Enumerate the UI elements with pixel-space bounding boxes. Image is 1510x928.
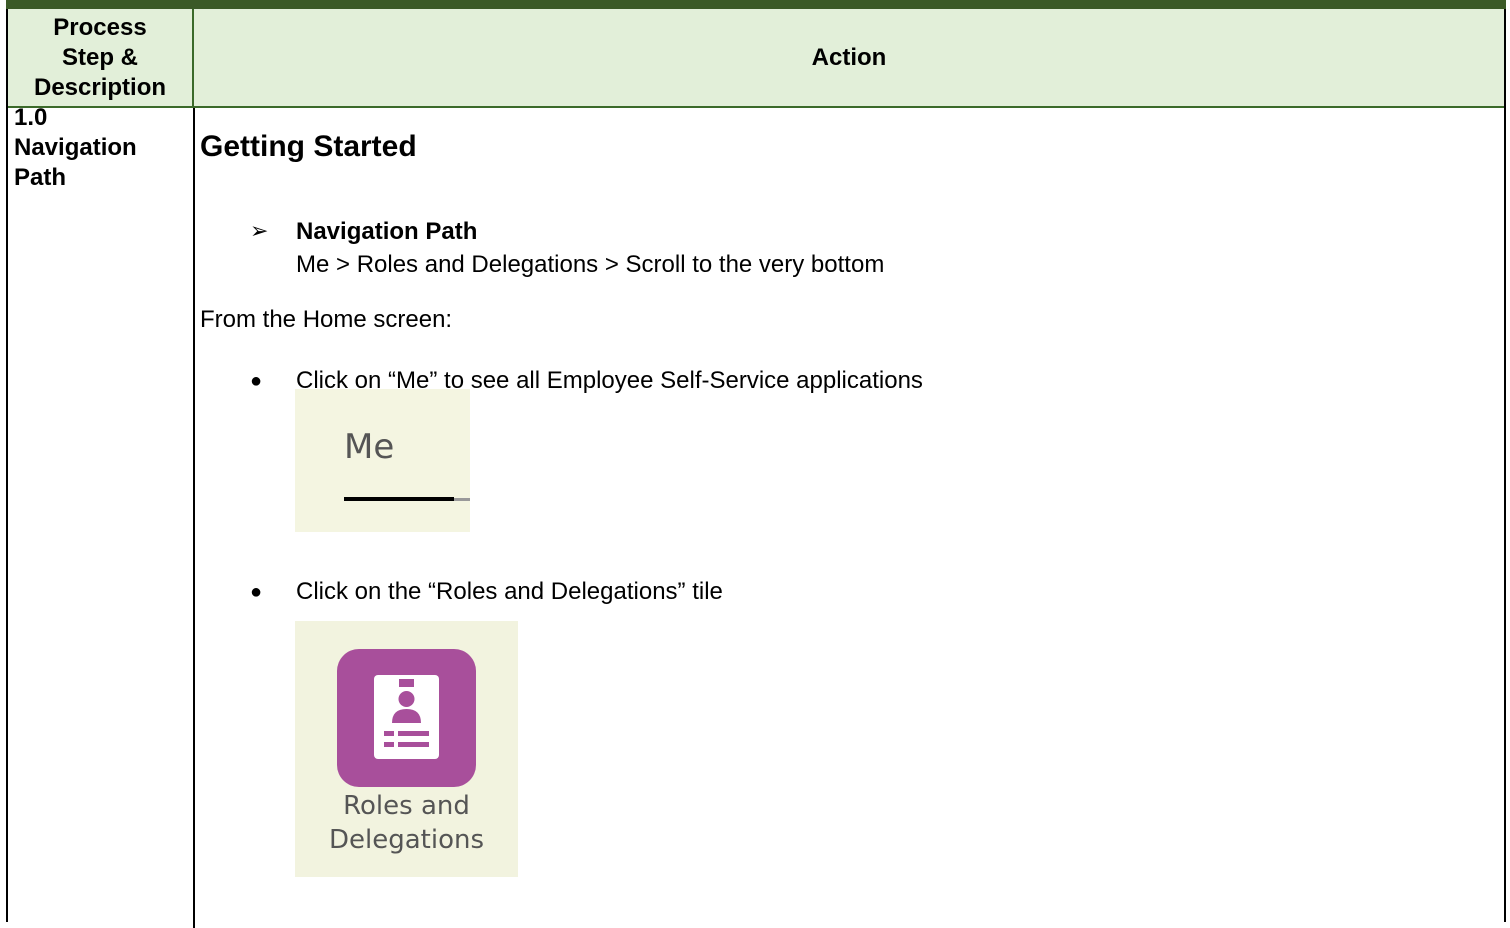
from-home-text: From the Home screen: (200, 306, 453, 333)
roles-delegations-tile-label: Roles and Delegations (328, 791, 485, 855)
roles-delegations-tile (337, 649, 476, 787)
me-tab-underline (344, 497, 454, 501)
table-header-row: Process Step & Description Action (8, 9, 1504, 108)
bullet-icon: ● (250, 581, 263, 603)
section-title: Getting Started (200, 130, 417, 163)
bullet-icon: ● (250, 370, 263, 392)
step-label: 1.0 Navigation Path (14, 104, 137, 191)
column-divider (193, 108, 195, 928)
step-roles-text: Click on the “Roles and Delegations” til… (296, 578, 723, 605)
me-tab-label: Me (344, 427, 395, 467)
arrow-bullet-icon: ➢ (250, 218, 269, 243)
header-process-step: Process Step & Description (8, 9, 194, 106)
roles-delegations-tile-image: Roles and Delegations (295, 621, 518, 877)
me-tab-underline-rest (454, 498, 470, 501)
navigation-path-text: Me > Roles and Delegations > Scroll to t… (296, 251, 885, 278)
navigation-path-heading: Navigation Path (296, 218, 478, 245)
header-action: Action (811, 43, 887, 71)
id-card-icon (374, 675, 439, 759)
me-tab-image: Me (295, 389, 470, 532)
